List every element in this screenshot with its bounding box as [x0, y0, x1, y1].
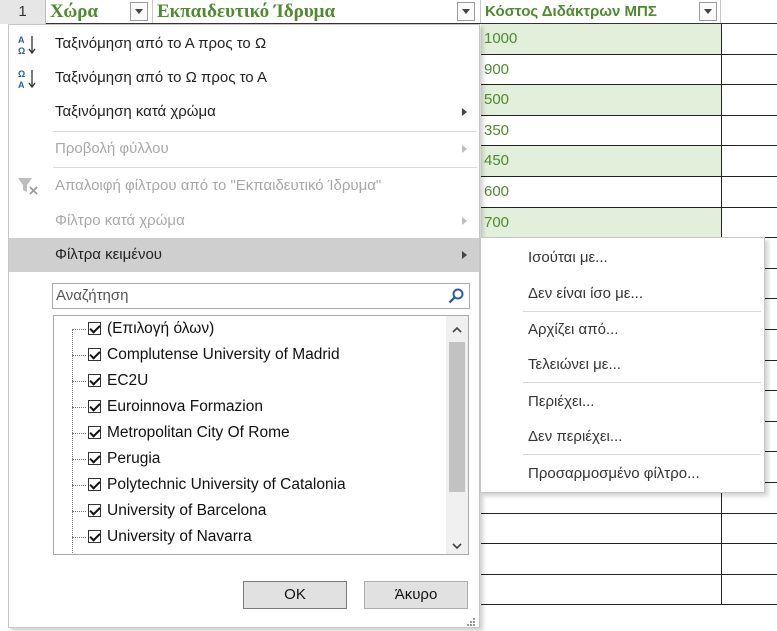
empty-cell[interactable]	[721, 55, 777, 85]
text-filters-submenu: Ισούται με... Δεν είναι ίσο με... Αρχίζε…	[480, 237, 765, 493]
sort-desc-icon: ΩA	[17, 68, 37, 90]
svg-text:Ω: Ω	[18, 69, 25, 79]
header-cell-country[interactable]: Χώρα	[46, 0, 153, 24]
empty-cell[interactable]	[721, 146, 777, 177]
list-scrollbar[interactable]	[446, 316, 468, 554]
filter-list-item-label: Metropolitan City Of Rome	[107, 424, 290, 441]
cost-cell[interactable]	[481, 575, 722, 605]
header-country-label: Χώρα	[50, 1, 99, 22]
sort-by-color-label: Ταξινόμηση κατά χρώμα	[55, 103, 216, 120]
filter-list-item-label: Euroinnova Formazion	[107, 398, 263, 415]
search-icon[interactable]	[448, 288, 464, 304]
empty-cell[interactable]	[721, 85, 777, 116]
checkbox-checked-icon[interactable]	[88, 504, 101, 517]
ok-button[interactable]: OK	[243, 581, 347, 609]
row-header-1[interactable]: 1	[0, 0, 46, 24]
submenu-ends-with[interactable]: Τελειώνει με...	[528, 356, 621, 373]
submenu-arrow-icon	[462, 108, 467, 116]
cancel-button[interactable]: Άκυρο	[364, 581, 468, 609]
filter-list-item-label: Perugia	[107, 450, 161, 467]
scroll-up-icon[interactable]	[452, 322, 462, 333]
empty-cell[interactable]	[721, 544, 777, 575]
menu-sheet-view[interactable]: Προβολή φύλλου	[9, 132, 479, 166]
cost-cell[interactable]: 350	[481, 116, 722, 146]
filter-dropdown-institution[interactable]	[457, 2, 475, 21]
cost-cell[interactable]: 900	[481, 55, 722, 85]
checkbox-checked-icon[interactable]	[88, 478, 101, 491]
filter-list-item-label: (Επιλογή όλων)	[107, 320, 215, 337]
search-placeholder: Αναζήτηση	[56, 287, 129, 304]
sort-asc-icon: AΩ	[17, 34, 37, 56]
submenu-equals[interactable]: Ισούται με...	[528, 249, 608, 266]
clear-filter-icon	[17, 176, 38, 196]
svg-text:A: A	[18, 35, 25, 45]
filter-list-item-label: Complutense University of Madrid	[107, 346, 340, 363]
cost-cell[interactable]: 600	[481, 177, 722, 208]
filter-by-color-label: Φίλτρο κατά χρώμα	[55, 212, 185, 229]
cost-cell[interactable]: 500	[481, 85, 722, 116]
checkbox-checked-icon[interactable]	[88, 452, 101, 465]
header-cell-institution[interactable]: Εκπαιδευτικό Ίδρυμα	[153, 0, 481, 24]
empty-cell[interactable]	[721, 24, 777, 55]
submenu-contains[interactable]: Περιέχει...	[528, 393, 594, 410]
submenu-arrow-icon	[462, 251, 467, 259]
menu-filter-by-color[interactable]: Φίλτρο κατά χρώμα	[9, 204, 479, 238]
empty-cell[interactable]	[721, 116, 777, 146]
header-cost-label: Κόστος Διδάκτρων ΜΠΣ	[485, 3, 657, 20]
sort-asc-label: Ταξινόμηση από το Α προς το Ω	[55, 35, 267, 52]
checkbox-checked-icon[interactable]	[88, 400, 101, 413]
search-input[interactable]: Αναζήτηση	[52, 283, 470, 309]
autofilter-menu: AΩ Ταξινόμηση από το Α προς το Ω ΩA Ταξι…	[8, 24, 480, 628]
filter-list-item-label: University of Navarra	[107, 528, 252, 545]
clear-filter-label: Απαλοιφή φίλτρου από το "Εκπαιδευτικό Ίδ…	[55, 177, 382, 194]
checkbox-checked-icon[interactable]	[88, 426, 101, 439]
submenu-arrow-icon	[462, 145, 467, 153]
submenu-custom-filter[interactable]: Προσαρμοσμένο φίλτρο...	[528, 465, 700, 482]
svg-text:A: A	[18, 80, 25, 90]
checkbox-checked-icon[interactable]	[88, 348, 101, 361]
sort-desc-label: Ταξινόμηση από το Ω προς το Α	[55, 69, 267, 86]
scroll-thumb[interactable]	[449, 342, 465, 492]
empty-cell[interactable]	[721, 177, 777, 208]
menu-sort-by-color[interactable]: Ταξινόμηση κατά χρώμα	[9, 95, 479, 129]
cost-cell[interactable]: 1000	[481, 24, 722, 55]
cost-cell[interactable]	[481, 544, 722, 575]
resize-grip-icon[interactable]	[466, 614, 476, 626]
cost-cell[interactable]	[481, 514, 722, 544]
submenu-begins-with[interactable]: Αρχίζει από...	[528, 321, 618, 338]
empty-cell[interactable]	[721, 208, 777, 238]
svg-text:Ω: Ω	[18, 46, 25, 56]
menu-sort-asc[interactable]: AΩ Ταξινόμηση από το Α προς το Ω	[9, 27, 479, 61]
menu-clear-filter[interactable]: Απαλοιφή φίλτρου από το "Εκπαιδευτικό Ίδ…	[9, 169, 479, 203]
checkbox-checked-icon[interactable]	[88, 530, 101, 543]
filter-values-list[interactable]: (Επιλογή όλων) Complutense University of …	[53, 315, 469, 555]
cost-cell[interactable]: 700	[481, 208, 722, 238]
empty-cell[interactable]	[721, 575, 777, 605]
filter-dropdown-cost[interactable]	[699, 2, 717, 21]
header-institution-label: Εκπαιδευτικό Ίδρυμα	[157, 1, 336, 22]
checkbox-checked-icon[interactable]	[88, 322, 101, 335]
submenu-not-contains[interactable]: Δεν περιέχει...	[528, 428, 622, 445]
menu-sort-desc[interactable]: ΩA Ταξινόμηση από το Ω προς το Α	[9, 61, 479, 95]
checkbox-checked-icon[interactable]	[88, 374, 101, 387]
submenu-arrow-icon	[462, 217, 467, 225]
filter-dropdown-country[interactable]	[130, 2, 148, 21]
submenu-not-equals[interactable]: Δεν είναι ίσο με...	[528, 285, 643, 302]
empty-cell[interactable]	[721, 514, 777, 544]
header-cell-cost[interactable]: Κόστος Διδάκτρων ΜΠΣ	[481, 0, 721, 24]
filter-list-item-label: EC2U	[107, 372, 149, 389]
sheet-view-label: Προβολή φύλλου	[55, 140, 169, 157]
scroll-down-icon[interactable]	[452, 538, 462, 550]
filter-list-item-label: University of Barcelona	[107, 502, 267, 519]
header-cell-empty[interactable]	[721, 0, 777, 24]
filter-list-item-label: Polytechnic University of Catalonia	[107, 476, 346, 493]
cost-cell[interactable]: 450	[481, 146, 722, 177]
text-filters-label: Φίλτρα κειμένου	[55, 246, 162, 263]
menu-text-filters[interactable]: Φίλτρα κειμένου	[9, 238, 479, 272]
